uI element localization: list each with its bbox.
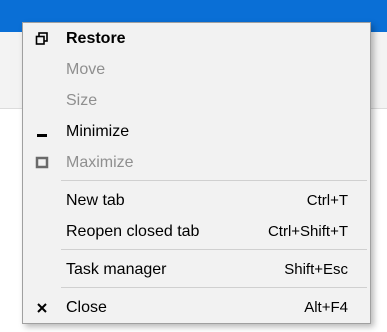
menu-item-shortcut: Ctrl+Shift+T	[267, 223, 348, 240]
minimize-icon	[35, 125, 49, 139]
menu-item-reopen-closed-tab[interactable]: Reopen closed tab Ctrl+Shift+T	[23, 217, 370, 248]
maximize-icon	[35, 156, 49, 170]
menu-item-label: Maximize	[66, 154, 134, 171]
restore-icon	[35, 32, 49, 46]
menu-separator	[61, 287, 367, 288]
menu-item-new-tab[interactable]: New tab Ctrl+T	[23, 186, 370, 217]
menu-item-shortcut: Shift+Esc	[284, 261, 348, 278]
menu-item-label: Move	[66, 61, 106, 78]
menu-item-shortcut: Ctrl+T	[306, 192, 348, 209]
menu-item-move[interactable]: Move	[23, 55, 370, 86]
menu-item-label: Restore	[66, 30, 126, 47]
menu-item-restore[interactable]: Restore	[23, 24, 370, 55]
menu-item-shortcut: Alt+F4	[304, 299, 348, 316]
menu-item-label: Task manager	[66, 261, 167, 278]
menu-item-label: Reopen closed tab	[66, 223, 200, 240]
menu-separator	[61, 180, 367, 181]
menu-item-minimize[interactable]: Minimize	[23, 117, 370, 148]
menu-item-label: New tab	[66, 192, 125, 209]
menu-item-maximize[interactable]: Maximize	[23, 148, 370, 179]
menu-separator	[61, 249, 367, 250]
menu-item-close[interactable]: Close Alt+F4	[23, 293, 370, 324]
close-icon	[35, 301, 49, 315]
menu-item-label: Close	[66, 299, 107, 316]
menu-item-label: Minimize	[66, 123, 130, 140]
menu-item-task-manager[interactable]: Task manager Shift+Esc	[23, 255, 370, 286]
menu-item-size[interactable]: Size	[23, 86, 370, 117]
menu-item-label: Size	[66, 92, 98, 109]
system-context-menu: Restore Move Size Minimize Maximize New …	[22, 22, 371, 324]
